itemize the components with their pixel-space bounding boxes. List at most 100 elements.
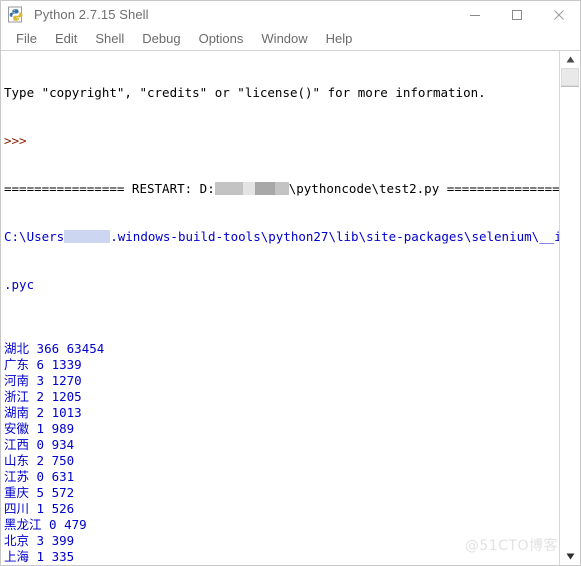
row-total-cases: 1339 bbox=[51, 357, 82, 372]
table-row: 重庆 5 572 bbox=[4, 485, 559, 501]
row-separator bbox=[29, 357, 37, 372]
python-shell-window: Python 2.7.15 Shell File Edit Shell Debu… bbox=[0, 0, 581, 566]
row-separator bbox=[44, 373, 52, 388]
row-separator bbox=[29, 533, 37, 548]
table-row: 河南 3 1270 bbox=[4, 373, 559, 389]
minimize-icon[interactable] bbox=[454, 1, 496, 28]
row-total-cases: 63454 bbox=[66, 341, 105, 356]
row-new-cases: 0 bbox=[36, 469, 45, 484]
row-region: 黑龙江 bbox=[4, 517, 42, 532]
shell-output-area[interactable]: Type "copyright", "credits" or "license(… bbox=[1, 51, 559, 565]
row-new-cases: 0 bbox=[49, 517, 57, 532]
menu-item-debug[interactable]: Debug bbox=[133, 29, 189, 49]
row-total-cases: 750 bbox=[51, 453, 75, 468]
row-separator bbox=[29, 501, 37, 516]
row-region: 重庆 bbox=[4, 485, 30, 500]
row-total-cases: 989 bbox=[51, 421, 75, 436]
table-row: 四川 1 526 bbox=[4, 501, 559, 517]
menu-item-help[interactable]: Help bbox=[317, 29, 362, 49]
vertical-scrollbar[interactable] bbox=[559, 51, 580, 565]
menu-item-file[interactable]: File bbox=[7, 29, 46, 49]
scroll-up-arrow-icon[interactable] bbox=[560, 51, 580, 68]
table-row: 浙江 2 1205 bbox=[4, 389, 559, 405]
table-row: 江西 0 934 bbox=[4, 437, 559, 453]
row-region: 湖南 bbox=[4, 405, 30, 420]
row-new-cases: 1 bbox=[36, 501, 45, 516]
scroll-down-arrow-icon[interactable] bbox=[560, 548, 580, 565]
menu-item-window[interactable]: Window bbox=[252, 29, 316, 49]
row-separator bbox=[29, 389, 37, 404]
restart-suffix: \pythoncode\test2.py ================ bbox=[288, 181, 559, 196]
row-separator bbox=[44, 469, 52, 484]
table-row: 广东 6 1339 bbox=[4, 357, 559, 373]
row-new-cases: 5 bbox=[36, 485, 45, 500]
scrollbar-thumb[interactable] bbox=[561, 68, 579, 86]
redaction-block-3 bbox=[254, 182, 275, 195]
redaction-block-4 bbox=[274, 182, 289, 195]
row-region: 江苏 bbox=[4, 469, 30, 484]
restart-line: ================ RESTART: D: \pythoncode\… bbox=[4, 181, 559, 197]
scrollbar-divider bbox=[561, 86, 579, 87]
row-total-cases: 572 bbox=[51, 485, 75, 500]
title-bar: Python 2.7.15 Shell bbox=[1, 1, 580, 28]
row-separator bbox=[29, 485, 37, 500]
table-row: 安徽 1 989 bbox=[4, 421, 559, 437]
table-row: 湖北 366 63454 bbox=[4, 341, 559, 357]
row-region: 河南 bbox=[4, 373, 30, 388]
row-new-cases: 2 bbox=[36, 405, 45, 420]
row-new-cases: 0 bbox=[36, 437, 45, 452]
row-region: 四川 bbox=[4, 501, 30, 516]
row-separator bbox=[29, 549, 37, 564]
close-icon[interactable] bbox=[538, 1, 580, 28]
row-total-cases: 1205 bbox=[51, 389, 82, 404]
redaction-block-2 bbox=[242, 182, 255, 195]
window-controls bbox=[454, 1, 580, 28]
row-region: 浙江 bbox=[4, 389, 30, 404]
row-separator bbox=[44, 453, 52, 468]
selenium-path-line: C:\Users .windows-build-tools\python27\li… bbox=[4, 229, 559, 245]
row-region: 山东 bbox=[4, 453, 30, 468]
row-region: 广东 bbox=[4, 357, 30, 372]
table-row: 上海 1 335 bbox=[4, 549, 559, 565]
row-separator bbox=[44, 533, 52, 548]
row-total-cases: 526 bbox=[51, 501, 75, 516]
table-row: 黑龙江 0 479 bbox=[4, 517, 559, 533]
row-separator bbox=[29, 469, 37, 484]
row-separator bbox=[44, 437, 52, 452]
row-separator bbox=[44, 549, 52, 564]
shell-body: Type "copyright", "credits" or "license(… bbox=[1, 51, 580, 565]
row-total-cases: 399 bbox=[51, 533, 75, 548]
path-prefix: C:\Users bbox=[4, 229, 65, 244]
row-new-cases: 2 bbox=[36, 389, 45, 404]
row-separator bbox=[29, 405, 37, 420]
row-new-cases: 6 bbox=[36, 357, 45, 372]
row-separator bbox=[59, 341, 67, 356]
row-separator bbox=[57, 517, 65, 532]
row-total-cases: 1013 bbox=[51, 405, 82, 420]
row-region: 湖北 bbox=[4, 341, 30, 356]
menu-item-edit[interactable]: Edit bbox=[46, 29, 86, 49]
scrollbar-track[interactable] bbox=[560, 68, 580, 548]
intro-line: Type "copyright", "credits" or "license(… bbox=[4, 85, 486, 100]
table-row: 山东 2 750 bbox=[4, 453, 559, 469]
row-separator bbox=[42, 517, 50, 532]
python-logo-icon bbox=[8, 6, 26, 24]
redaction-block-1 bbox=[214, 182, 243, 195]
menu-item-options[interactable]: Options bbox=[190, 29, 253, 49]
row-separator bbox=[29, 437, 37, 452]
row-separator bbox=[44, 389, 52, 404]
row-total-cases: 934 bbox=[51, 437, 75, 452]
row-separator bbox=[44, 357, 52, 372]
row-total-cases: 335 bbox=[51, 549, 75, 564]
prompt-line-top: >>> bbox=[4, 133, 27, 148]
row-new-cases: 1 bbox=[36, 549, 45, 564]
redaction-block-user bbox=[64, 230, 111, 243]
menu-item-shell[interactable]: Shell bbox=[86, 29, 133, 49]
row-total-cases: 631 bbox=[51, 469, 75, 484]
row-region: 北京 bbox=[4, 533, 30, 548]
maximize-icon[interactable] bbox=[496, 1, 538, 28]
row-new-cases: 3 bbox=[36, 533, 45, 548]
row-separator bbox=[29, 341, 37, 356]
path-suffix: .windows-build-tools\python27\lib\site-p… bbox=[110, 229, 559, 244]
menu-bar: File Edit Shell Debug Options Window Hel… bbox=[1, 28, 580, 51]
